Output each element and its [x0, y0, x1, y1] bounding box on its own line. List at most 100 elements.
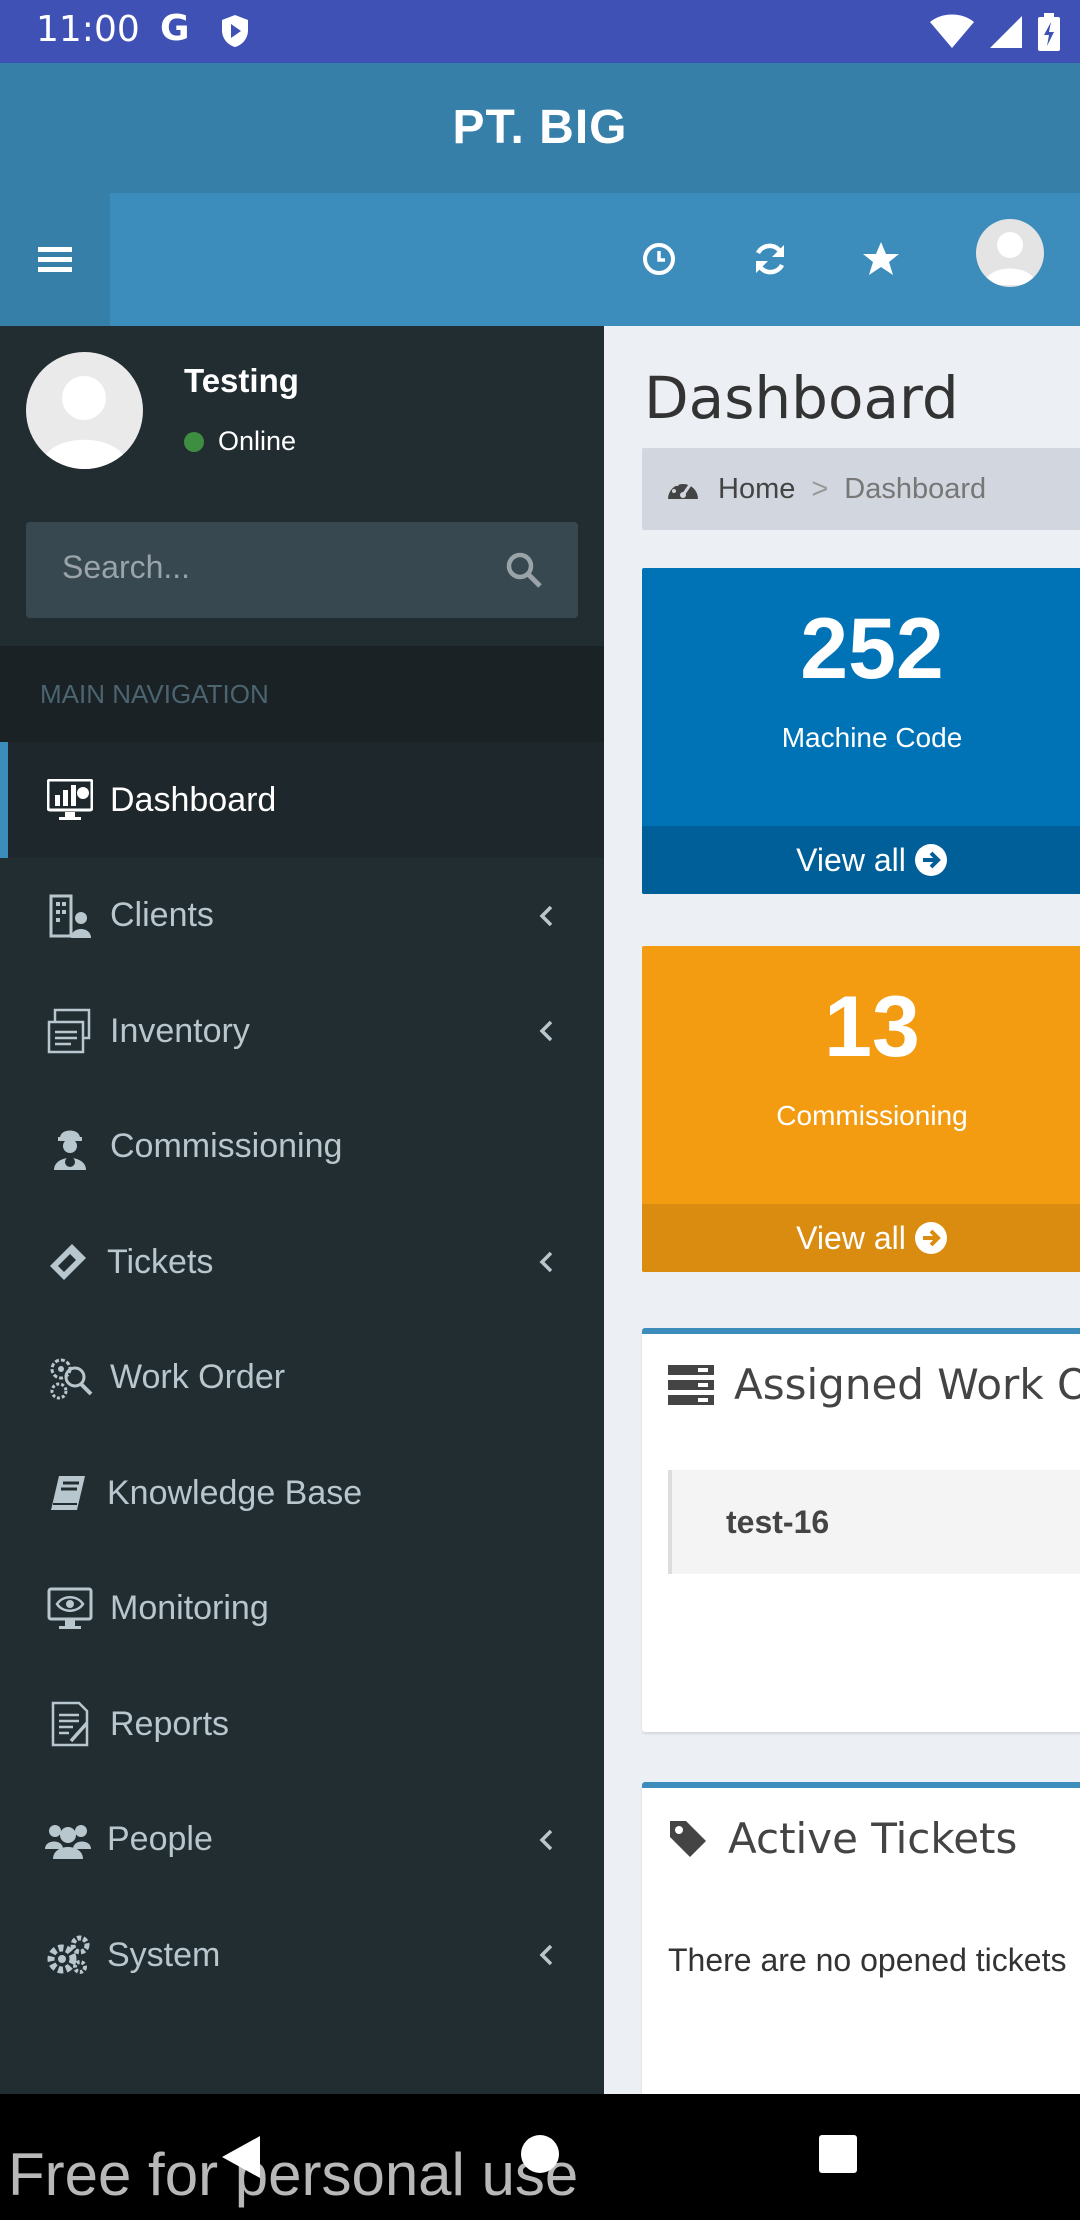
- clock-icon: [643, 243, 675, 275]
- reports-icon: [46, 1700, 94, 1748]
- sidebar-item-label: Commissioning: [110, 1127, 343, 1166]
- commissioning-icon: [46, 1123, 94, 1171]
- user-name: Testing: [184, 362, 299, 399]
- refresh-icon: [755, 243, 785, 275]
- sidebar-item-label: Reports: [110, 1704, 230, 1743]
- user-status: Online: [184, 426, 296, 457]
- sidebar-item-work-order[interactable]: Work Order: [0, 1320, 604, 1436]
- sidebar-search-input[interactable]: Search...: [26, 522, 578, 618]
- stat-label: Commissioning: [776, 1100, 968, 1131]
- sidebar-item-label: Tickets: [107, 1242, 214, 1281]
- sidebar-item-label: System: [107, 1935, 221, 1974]
- breadcrumb-home-link[interactable]: Home: [718, 473, 795, 506]
- recents-icon[interactable]: [818, 2134, 858, 2174]
- user-menu-avatar[interactable]: [976, 219, 1044, 287]
- monitor-icon: [46, 1585, 94, 1633]
- avatar: [26, 352, 143, 469]
- stat-value: 13: [824, 979, 920, 1075]
- clients-icon: [46, 892, 94, 940]
- sidebar-item-label: Dashboard: [110, 780, 277, 819]
- breadcrumb-separator: >: [811, 472, 829, 505]
- view-all-commissioning-link[interactable]: View all: [642, 1204, 1080, 1272]
- view-all-label: View all: [796, 841, 906, 878]
- inventory-icon: [46, 1007, 94, 1055]
- app-header: PT. BIG: [0, 63, 1080, 193]
- view-all-machine-code-link[interactable]: View all: [642, 826, 1080, 894]
- watermark-text: Free for personal use: [8, 2141, 579, 2208]
- hamburger-icon: [38, 246, 72, 272]
- sidebar-item-clients[interactable]: Clients: [0, 858, 604, 974]
- tickets-empty-message: There are no opened tickets: [668, 1942, 1067, 1978]
- sidebar-menu: Dashboard Clients Inventory Commissionin…: [0, 742, 604, 2013]
- arrow-circle-right-icon: [914, 1222, 947, 1254]
- sidebar-item-inventory[interactable]: Inventory: [0, 974, 604, 1090]
- top-navbar: [0, 193, 1080, 326]
- chevron-left-icon: [539, 1021, 553, 1042]
- box-title: Active Tickets: [728, 1814, 1018, 1863]
- chevron-left-icon: [539, 1829, 553, 1850]
- sidebar-item-system[interactable]: System: [0, 1898, 604, 2014]
- shield-icon: [222, 15, 248, 47]
- search-icon[interactable]: [504, 550, 544, 590]
- sidebar-item-label: Inventory: [110, 1011, 250, 1050]
- work-order-icon: [46, 1354, 94, 1402]
- search-placeholder: Search...: [62, 549, 191, 585]
- user-avatar-icon: [984, 232, 1036, 285]
- stat-label: Machine Code: [781, 722, 963, 753]
- sidebar-item-people[interactable]: People: [0, 1782, 604, 1898]
- stat-card-machine-code: 252 Machine Code View all: [642, 568, 1080, 894]
- online-status-dot: [184, 431, 204, 452]
- sidebar-item-label: Work Order: [110, 1358, 286, 1397]
- sidebar-item-monitoring[interactable]: Monitoring: [0, 1551, 604, 1667]
- tachometer-icon: [668, 480, 698, 499]
- work-order-item[interactable]: test-16: [668, 1470, 1080, 1574]
- breadcrumb-current: Dashboard: [844, 472, 987, 505]
- gears-icon: [44, 1931, 92, 1979]
- people-icon: [44, 1816, 92, 1864]
- status-time: 11:00: [36, 9, 140, 50]
- breadcrumb: Home > Dashboard: [642, 448, 1080, 530]
- arrow-circle-right-icon: [914, 844, 947, 876]
- sidebar-item-reports[interactable]: Reports: [0, 1667, 604, 1783]
- box-title: Assigned Work Orders: [734, 1360, 1080, 1409]
- google-icon: G: [160, 8, 190, 49]
- page-title: Dashboard: [644, 364, 959, 432]
- signal-icon: [990, 16, 1022, 48]
- status-bar: 11:00 G: [0, 0, 1080, 63]
- sidebar-toggle-button[interactable]: [0, 193, 110, 326]
- server-icon: [668, 1364, 714, 1405]
- sidebar-item-dashboard[interactable]: Dashboard: [0, 742, 604, 858]
- chevron-left-icon: [539, 1945, 553, 1966]
- box-header: Active Tickets: [668, 1814, 1017, 1863]
- view-all-label: View all: [796, 1219, 906, 1256]
- main-content: Dashboard Home > Dashboard 252 Machine C…: [604, 326, 1080, 2094]
- box-header: Assigned Work Orders: [668, 1360, 1080, 1409]
- refresh-button[interactable]: [746, 235, 794, 283]
- chevron-left-icon: [539, 905, 553, 926]
- sidebar-item-label: People: [107, 1820, 213, 1859]
- sidebar-item-label: Clients: [110, 896, 214, 935]
- chevron-left-icon: [539, 1252, 553, 1273]
- ticket-icon: [44, 1238, 92, 1286]
- stat-value: 252: [800, 601, 944, 697]
- sidebar-item-label: Knowledge Base: [107, 1473, 363, 1512]
- sidebar-item-label: Monitoring: [110, 1589, 269, 1628]
- book-icon: [44, 1469, 92, 1517]
- sidebar-item-knowledge-base[interactable]: Knowledge Base: [0, 1436, 604, 1552]
- sidebar-header: MAIN NAVIGATION: [0, 646, 604, 742]
- tag-icon: [670, 1820, 706, 1857]
- user-status-label: Online: [218, 426, 297, 456]
- stat-card-commissioning: 13 Commissioning View all: [642, 946, 1080, 1272]
- dashboard-icon: [46, 776, 94, 824]
- active-tickets-box: Active Tickets There are no opened ticke…: [642, 1782, 1080, 2094]
- app-title: PT. BIG: [452, 101, 628, 154]
- user-panel: Testing Online: [0, 326, 604, 486]
- favorites-button[interactable]: [857, 235, 905, 283]
- wifi-icon: [930, 14, 974, 48]
- star-icon: [863, 242, 899, 275]
- sidebar-item-tickets[interactable]: Tickets: [0, 1205, 604, 1321]
- history-button[interactable]: [635, 235, 683, 283]
- sidebar: Testing Online Search... MAIN NAVIGATION…: [0, 326, 604, 2094]
- sidebar-item-commissioning[interactable]: Commissioning: [0, 1089, 604, 1205]
- user-avatar-icon: [40, 376, 129, 469]
